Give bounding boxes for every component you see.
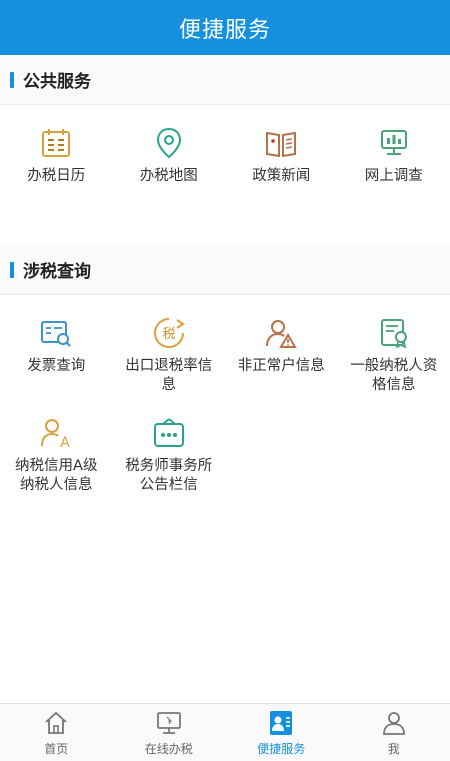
tax-refund-icon: 税: [151, 315, 187, 351]
app-screen: 便捷服务 公共服务 办税日历 办税地图 政策新闻 网上调查 涉税查询 发票查询 …: [0, 0, 450, 761]
survey-screen-icon: [376, 125, 412, 161]
tile-label: 政策新闻: [252, 168, 311, 184]
tile-credit-a-taxpayer[interactable]: A 纳税信用A级纳税人信息: [0, 395, 113, 495]
tab-label: 我: [387, 741, 400, 756]
svg-text:税: 税: [162, 327, 175, 342]
service-card-icon: [267, 709, 295, 737]
tile-invoice-query[interactable]: 发票查询: [0, 295, 113, 395]
bulletin-board-icon: [151, 415, 187, 451]
tab-online-tax[interactable]: 在线办税: [113, 704, 226, 761]
tile-label: 一般纳税人资格信息: [350, 358, 438, 393]
tile-label: 纳税信用A级纳税人信息: [15, 458, 98, 493]
tile-tax-calendar[interactable]: 办税日历: [0, 105, 113, 205]
tile-online-survey[interactable]: 网上调查: [338, 105, 450, 205]
monitor-icon: [155, 709, 183, 737]
abnormal-user-icon: [263, 315, 299, 351]
tile-label: 非正常户信息: [237, 358, 325, 374]
tile-label: 办税日历: [27, 168, 86, 184]
tile-tax-agency-bulletin[interactable]: 税务师事务所公告栏信: [113, 395, 226, 495]
tab-home[interactable]: 首页: [0, 704, 113, 761]
tab-label: 在线办税: [144, 741, 193, 756]
tile-tax-map[interactable]: 办税地图: [113, 105, 226, 205]
user-icon: [380, 709, 408, 737]
tile-label: 出口退税率信息: [125, 358, 213, 393]
tile-general-taxpayer[interactable]: 一般纳税人资格信息: [338, 295, 450, 395]
page-title: 便捷服务: [178, 17, 271, 43]
tile-export-refund-rate[interactable]: 税 出口退税率信息: [113, 295, 226, 395]
tab-label: 便捷服务: [257, 741, 306, 756]
tile-label: 税务师事务所公告栏信: [125, 458, 213, 493]
tile-abnormal-household[interactable]: 非正常户信息: [225, 295, 338, 395]
invoice-search-icon: [38, 315, 74, 351]
tax-query-section: 涉税查询 发票查询 税 出口退税率信息 非正常户信息 一般纳税人资格信息 A 纳…: [0, 245, 450, 495]
tile-policy-news[interactable]: 政策新闻: [225, 105, 338, 205]
tab-label: 首页: [44, 741, 69, 756]
credit-a-icon: A: [38, 415, 74, 451]
section-spacer: [0, 205, 450, 245]
tab-me[interactable]: 我: [338, 704, 450, 761]
svg-text:A: A: [60, 435, 70, 450]
bottom-tab-bar: 首页 在线办税 便捷服务 我: [0, 703, 450, 761]
section-title-tax-query: 涉税查询: [23, 262, 91, 282]
public-services-section: 公共服务 办税日历 办税地图 政策新闻 网上调查: [0, 55, 450, 205]
tile-label: 网上调查: [364, 168, 423, 184]
tile-label: 办税地图: [139, 168, 198, 184]
section-accent-bar: [10, 261, 14, 278]
section-title-public: 公共服务: [23, 72, 91, 92]
section-header-tax-query: 涉税查询: [0, 245, 450, 295]
news-book-icon: [263, 125, 299, 161]
home-icon: [42, 709, 70, 737]
app-header: 便捷服务: [0, 0, 450, 55]
map-pin-icon: [151, 125, 187, 161]
tab-convenient-service[interactable]: 便捷服务: [225, 704, 338, 761]
tile-label: 发票查询: [27, 358, 86, 374]
public-services-grid: 办税日历 办税地图 政策新闻 网上调查: [0, 105, 450, 205]
section-accent-bar: [10, 71, 14, 88]
section-header-public: 公共服务: [0, 55, 450, 105]
certificate-icon: [376, 315, 412, 351]
calendar-icon: [38, 125, 74, 161]
tax-query-grid: 发票查询 税 出口退税率信息 非正常户信息 一般纳税人资格信息 A 纳税信用A级…: [0, 295, 450, 495]
